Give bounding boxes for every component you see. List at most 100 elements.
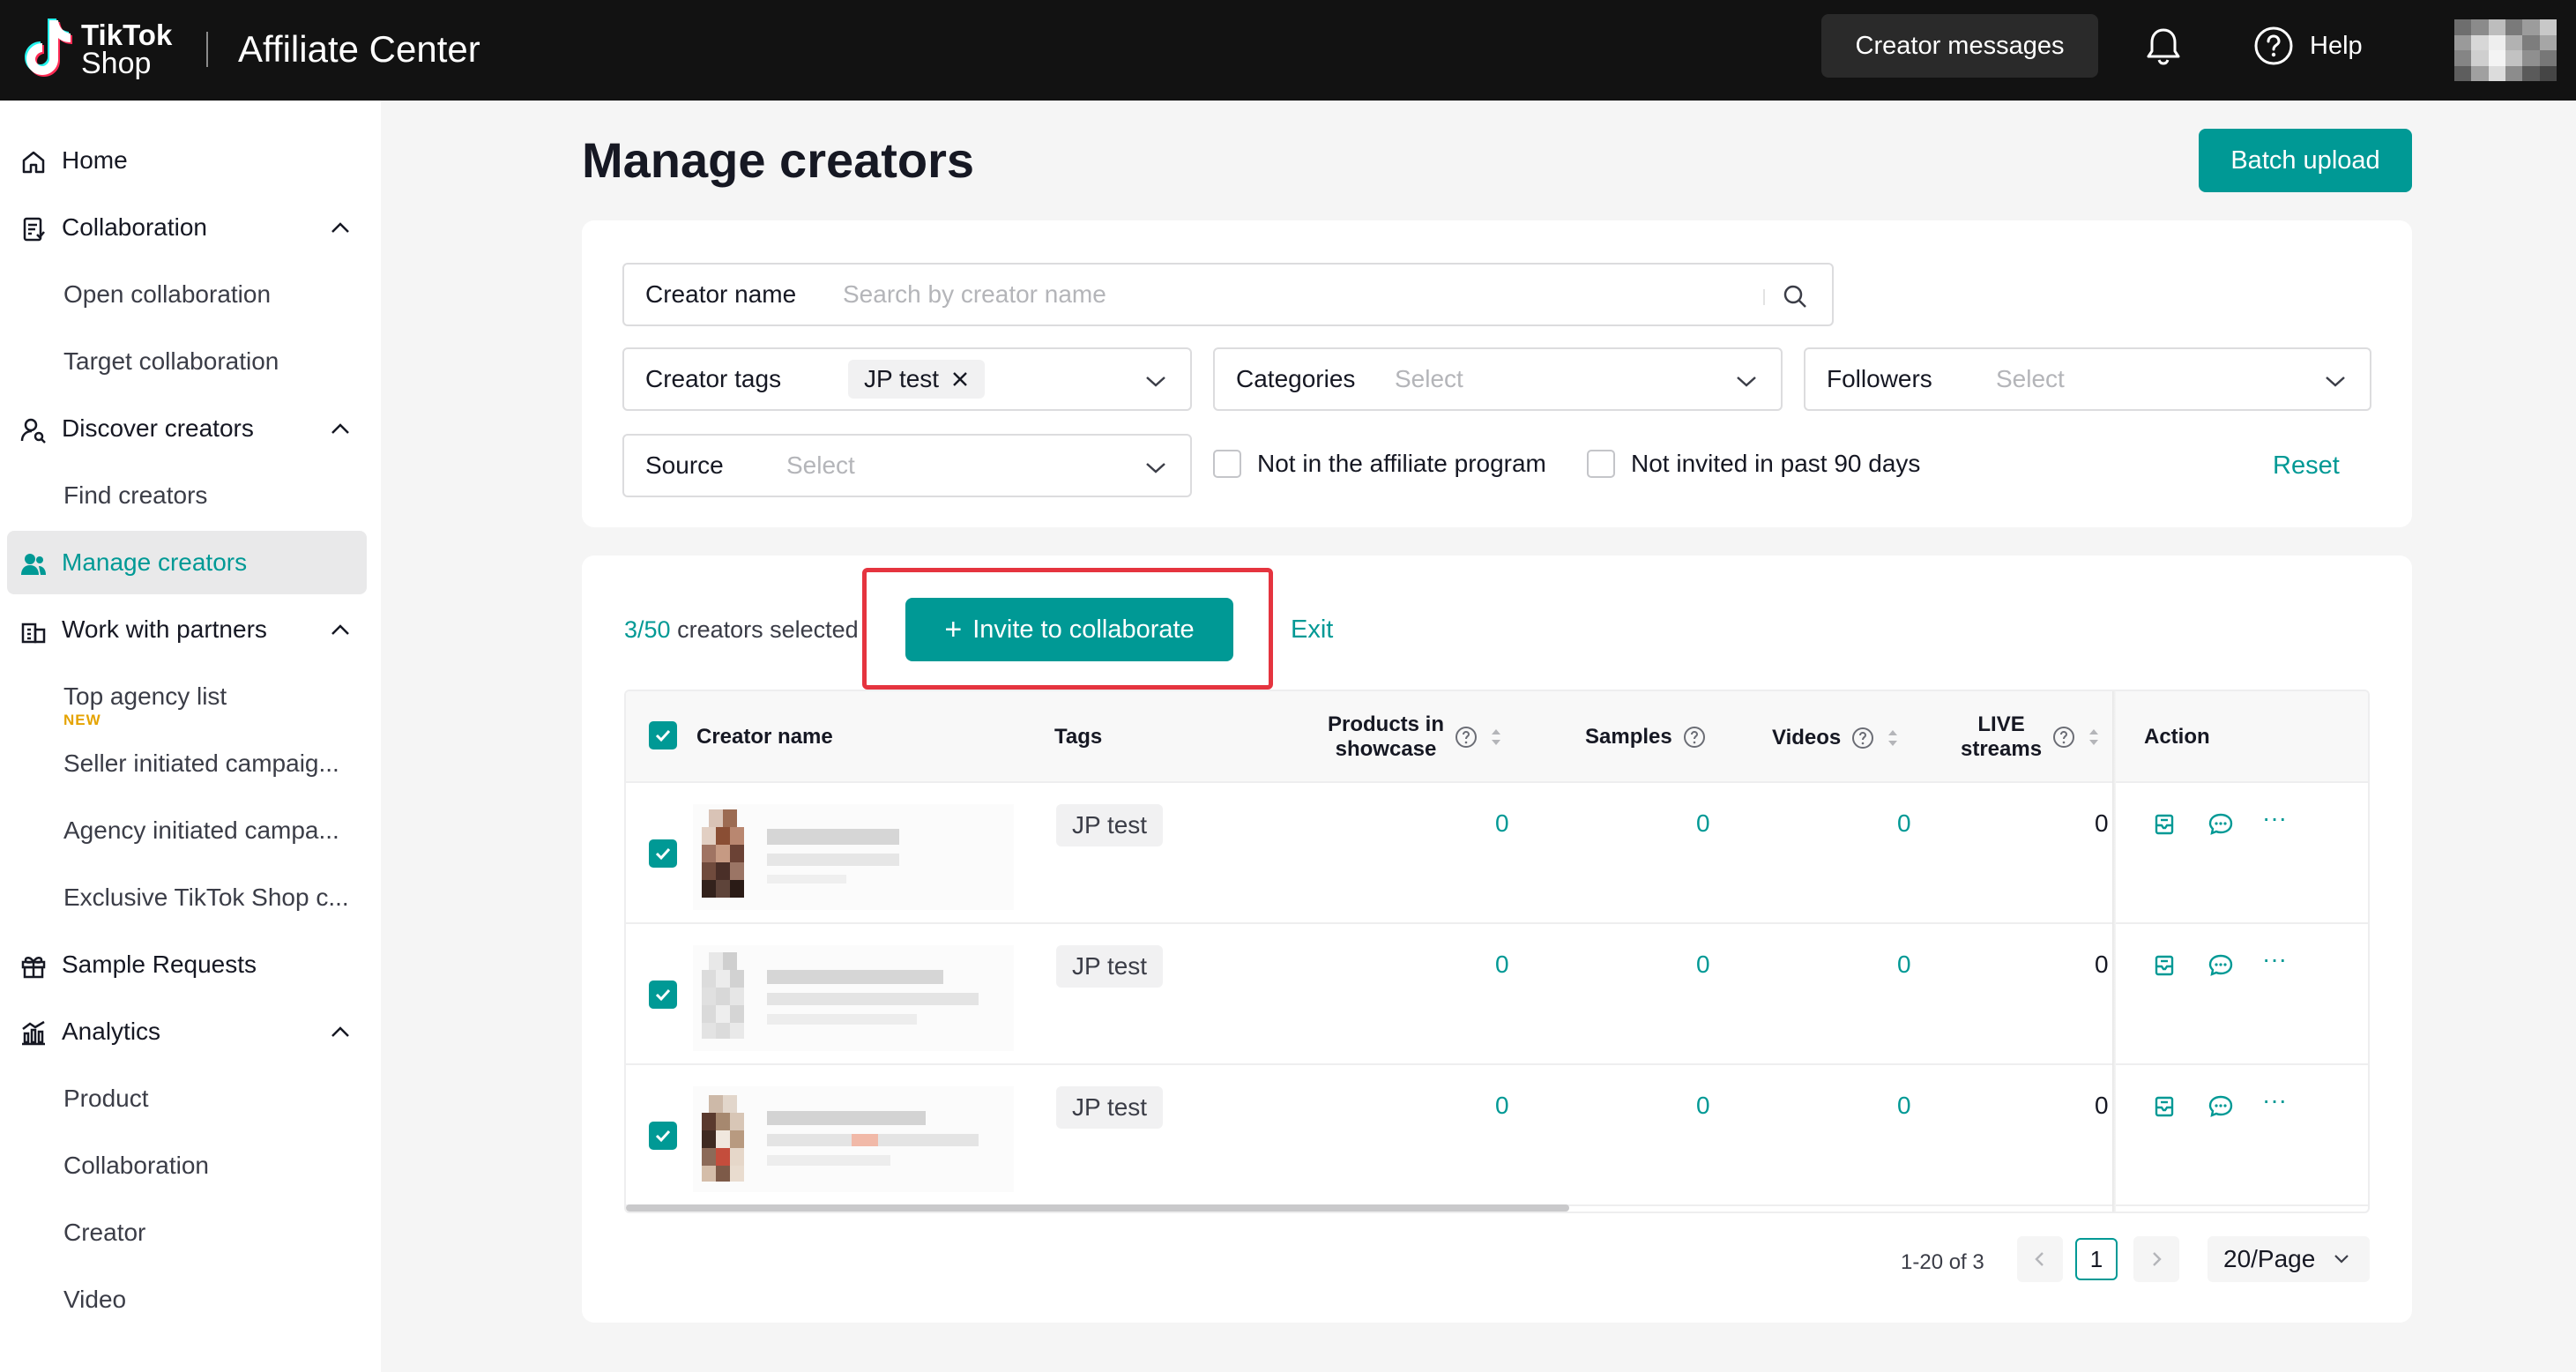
column-header-videos[interactable]: Videos (1772, 725, 1901, 751)
chevron-up-icon (331, 1026, 349, 1037)
sidebar-item-manage-creators[interactable]: Manage creators (7, 531, 367, 594)
creator-list-panel: 3/50 creators selected + Invite to colla… (582, 556, 2412, 1323)
selected-tag-chip: JP test (848, 360, 986, 399)
categories-select[interactable]: Categories Select (1213, 347, 1783, 411)
sidebar-item-top-agency-list[interactable]: Top agency list (7, 665, 367, 728)
sidebar-item-analytics-product[interactable]: Product (7, 1067, 367, 1130)
row-checkbox[interactable] (649, 981, 677, 1009)
reset-link[interactable]: Reset (2273, 448, 2340, 483)
invite-to-collaborate-button[interactable]: + Invite to collaborate (905, 598, 1233, 661)
user-avatar[interactable] (2454, 19, 2557, 81)
page-size-label: 20/Page (2223, 1245, 2316, 1272)
exit-link[interactable]: Exit (1291, 614, 1333, 645)
source-select[interactable]: Source Select (622, 434, 1192, 497)
creator-avatar-blurred[interactable] (693, 804, 1014, 910)
help-link[interactable]: Help (2253, 25, 2363, 67)
sidebar-item-label: Creator (63, 1219, 146, 1246)
chat-icon[interactable] (2207, 811, 2234, 838)
not-invited-checkbox[interactable]: Not invited in past 90 days (1587, 450, 1920, 478)
products-count-link[interactable]: 0 (1495, 951, 1509, 979)
logo-text: TikTok Shop (81, 20, 172, 78)
sidebar-item-analytics[interactable]: Analytics (7, 1000, 367, 1063)
sidebar-item-label: Open collaboration (63, 280, 272, 308)
invite-icon[interactable] (2151, 952, 2178, 979)
creator-messages-button[interactable]: Creator messages (1821, 14, 2098, 78)
column-header-creator-name: Creator name (696, 725, 833, 749)
close-icon[interactable] (951, 370, 969, 388)
samples-count-link[interactable]: 0 (1696, 809, 1710, 838)
help-circle-icon[interactable] (2052, 726, 2075, 749)
horizontal-scrollbar[interactable] (626, 1204, 1569, 1212)
gift-icon (21, 957, 46, 979)
sidebar-item-target-collaboration[interactable]: Target collaboration (7, 330, 367, 393)
invite-icon[interactable] (2151, 1093, 2178, 1120)
samples-count-link[interactable]: 0 (1696, 951, 1710, 979)
help-circle-icon[interactable] (1851, 727, 1874, 749)
checkbox-box[interactable] (1587, 450, 1615, 478)
tiktok-shop-logo[interactable]: TikTok Shop (19, 14, 187, 85)
more-options-icon[interactable]: ··· (2262, 804, 2287, 832)
videos-count-link[interactable]: 0 (1897, 951, 1911, 979)
row-checkbox[interactable] (649, 839, 677, 868)
invite-icon[interactable] (2151, 811, 2178, 838)
products-count-link[interactable]: 0 (1495, 809, 1509, 838)
sidebar-item-seller-initiated-campaigns[interactable]: Seller initiated campaig... (7, 732, 367, 795)
sidebar-item-label: Find creators (63, 481, 208, 509)
followers-select[interactable]: Followers Select (1804, 347, 2371, 411)
select-all-checkbox[interactable] (649, 721, 677, 749)
sidebar-item-exclusive-tiktok-shop[interactable]: Exclusive TikTok Shop c... (7, 866, 367, 929)
videos-header-label: Videos (1772, 726, 1842, 749)
sidebar-item-discover-creators[interactable]: Discover creators (7, 397, 367, 460)
sidebar-item-sample-requests[interactable]: Sample Requests (7, 933, 367, 996)
selection-count-label: creators selected (677, 616, 859, 643)
batch-upload-button[interactable]: Batch upload (2199, 129, 2412, 192)
help-circle-icon[interactable] (1683, 726, 1706, 749)
sidebar-item-find-creators[interactable]: Find creators (7, 464, 367, 527)
videos-count-link[interactable]: 0 (1897, 809, 1911, 838)
creator-name-search[interactable]: Creator name Search by creator name (622, 263, 1834, 326)
samples-header-label: Samples (1585, 725, 1672, 749)
chat-icon[interactable] (2207, 952, 2234, 979)
sidebar-item-open-collaboration[interactable]: Open collaboration (7, 263, 367, 326)
products-count-link[interactable]: 0 (1495, 1092, 1509, 1120)
samples-count-link[interactable]: 0 (1696, 1092, 1710, 1120)
next-page-button[interactable] (2133, 1236, 2179, 1282)
sort-icon[interactable] (2086, 724, 2102, 750)
pagination-summary: 1-20 of 3 (1901, 1250, 1984, 1274)
sidebar-item-analytics-video[interactable]: Video (7, 1268, 367, 1331)
page-size-select[interactable]: 20/Page (2207, 1236, 2370, 1282)
checkbox-box[interactable] (1213, 450, 1241, 478)
search-icon[interactable] (1781, 282, 1809, 310)
prev-page-button[interactable] (2017, 1236, 2063, 1282)
bell-icon[interactable] (2142, 25, 2185, 67)
sidebar-item-analytics-creator[interactable]: Creator (7, 1201, 367, 1264)
more-options-icon[interactable]: ··· (2262, 945, 2287, 973)
column-header-live-streams[interactable]: LIVE streams (1961, 712, 2102, 762)
sort-icon[interactable] (1885, 725, 1901, 751)
videos-count-link[interactable]: 0 (1897, 1092, 1911, 1120)
sidebar-item-label: Agency initiated campa... (63, 816, 339, 844)
creator-avatar-blurred[interactable] (693, 945, 1014, 1051)
column-header-products[interactable]: Products in showcase (1328, 712, 1504, 762)
sidebar-item-work-with-partners[interactable]: Work with partners (7, 598, 367, 661)
not-in-affiliate-checkbox[interactable]: Not in the affiliate program (1213, 450, 1546, 478)
help-circle-icon[interactable] (1455, 726, 1478, 749)
creator-avatar-blurred[interactable] (693, 1086, 1014, 1192)
page-number-current[interactable]: 1 (2075, 1238, 2118, 1280)
sidebar-item-label: Seller initiated campaig... (63, 749, 339, 777)
row-checkbox[interactable] (649, 1122, 677, 1150)
sidebar-item-home[interactable]: Home (7, 129, 367, 192)
sort-icon[interactable] (1488, 724, 1504, 750)
more-options-icon[interactable]: ··· (2262, 1086, 2287, 1115)
page-title: Manage creators (582, 132, 975, 188)
sidebar-item-agency-initiated-campaigns[interactable]: Agency initiated campa... (7, 799, 367, 862)
chevron-up-icon (331, 423, 349, 434)
sidebar-item-analytics-collaboration[interactable]: Collaboration (7, 1134, 367, 1197)
invite-button-label: Invite to collaborate (972, 615, 1195, 644)
sidebar-item-collaboration[interactable]: Collaboration (7, 196, 367, 259)
chevron-down-icon (1146, 377, 1165, 387)
creator-tags-select[interactable]: Creator tags JP test (622, 347, 1192, 411)
sidebar-item-label: Discover creators (62, 414, 254, 442)
sidebar-item-label: Work with partners (62, 615, 267, 643)
chat-icon[interactable] (2207, 1093, 2234, 1120)
